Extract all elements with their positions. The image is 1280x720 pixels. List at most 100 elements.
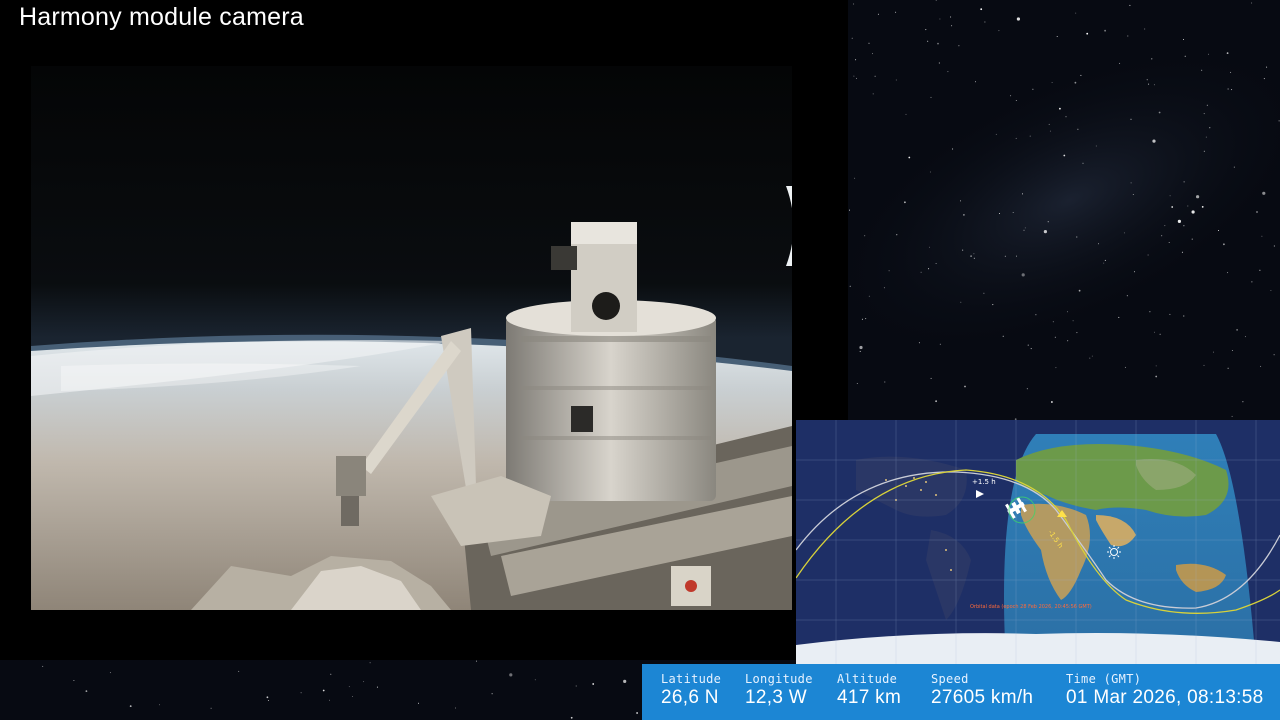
star — [1181, 251, 1183, 253]
star — [534, 679, 536, 681]
star — [476, 660, 477, 662]
station-camera-image — [31, 66, 792, 610]
star — [1230, 71, 1232, 73]
camera-panel: Harmony module camera — [0, 0, 848, 660]
star — [300, 692, 302, 694]
star — [995, 133, 997, 135]
star — [960, 301, 962, 303]
star — [951, 25, 953, 27]
star — [1127, 35, 1129, 37]
star — [85, 690, 88, 692]
star — [1183, 181, 1185, 183]
star — [1227, 88, 1229, 90]
star — [1148, 83, 1150, 85]
star — [1169, 313, 1171, 315]
star — [970, 255, 972, 257]
star — [1077, 128, 1079, 130]
telemetry-bar: Latitude 26,6 N Longitude 12,3 W Altitud… — [642, 664, 1280, 720]
star — [1076, 236, 1078, 238]
star — [238, 670, 240, 672]
star — [348, 686, 350, 688]
star — [363, 681, 365, 683]
star — [369, 662, 371, 664]
star — [1144, 28, 1146, 30]
star — [1201, 69, 1203, 71]
star — [904, 201, 906, 204]
star — [877, 13, 879, 15]
star — [1074, 81, 1077, 84]
star — [267, 700, 269, 701]
star — [927, 40, 929, 42]
star — [962, 249, 964, 251]
star — [1191, 210, 1195, 214]
star — [930, 96, 932, 98]
star — [1278, 120, 1280, 122]
star — [998, 30, 1000, 32]
star — [1104, 259, 1106, 261]
star — [952, 148, 954, 150]
star — [859, 350, 861, 352]
star — [937, 42, 939, 45]
star — [1002, 335, 1004, 337]
star — [1209, 127, 1211, 129]
star — [1203, 364, 1205, 366]
star — [1213, 351, 1214, 353]
star — [868, 295, 870, 297]
star — [1203, 113, 1205, 115]
star — [928, 268, 930, 270]
altitude-readout: Altitude 417 km — [837, 672, 901, 709]
star — [853, 75, 855, 77]
star — [1022, 193, 1023, 195]
star — [854, 177, 856, 179]
star — [992, 304, 994, 306]
star — [1251, 2, 1253, 4]
star — [1155, 375, 1158, 378]
star — [1103, 262, 1105, 264]
star — [1196, 195, 1200, 199]
star — [1104, 29, 1106, 32]
star — [1164, 225, 1166, 227]
star — [1259, 269, 1261, 271]
star — [1226, 52, 1229, 54]
star — [1126, 295, 1128, 297]
star — [895, 11, 897, 13]
star — [1159, 333, 1161, 335]
star — [1205, 136, 1207, 138]
star — [1231, 89, 1233, 91]
star — [1149, 311, 1151, 313]
star — [1201, 206, 1204, 208]
star — [210, 707, 212, 709]
star — [109, 672, 111, 674]
star — [1056, 36, 1058, 37]
star — [1206, 104, 1208, 106]
star — [1263, 78, 1265, 80]
speed-label: Speed — [931, 672, 969, 686]
star — [1223, 243, 1225, 246]
star — [1242, 401, 1244, 403]
star — [1218, 230, 1219, 231]
star — [1155, 365, 1157, 367]
star — [930, 377, 932, 379]
star — [42, 665, 44, 667]
ground-track-map: +1.5 h -1.5 h Orbital data (epoch 28 Feb… — [796, 420, 1280, 664]
star — [623, 679, 627, 684]
star — [1067, 311, 1068, 313]
star — [1075, 12, 1077, 14]
star — [1270, 290, 1272, 291]
star — [1048, 123, 1050, 125]
star — [908, 156, 911, 159]
longitude-value: 12,3 W — [745, 687, 807, 708]
star — [1171, 206, 1174, 208]
speed-value: 27605 km/h — [931, 687, 1034, 708]
star — [1076, 332, 1078, 334]
star — [947, 71, 949, 73]
star — [999, 213, 1000, 214]
star — [905, 113, 907, 115]
star — [1130, 182, 1132, 184]
star — [963, 214, 965, 216]
star — [935, 0, 937, 1]
star — [868, 42, 870, 44]
latitude-readout: Latitude 26,6 N — [661, 672, 721, 709]
star — [636, 712, 638, 714]
star — [1024, 227, 1026, 229]
